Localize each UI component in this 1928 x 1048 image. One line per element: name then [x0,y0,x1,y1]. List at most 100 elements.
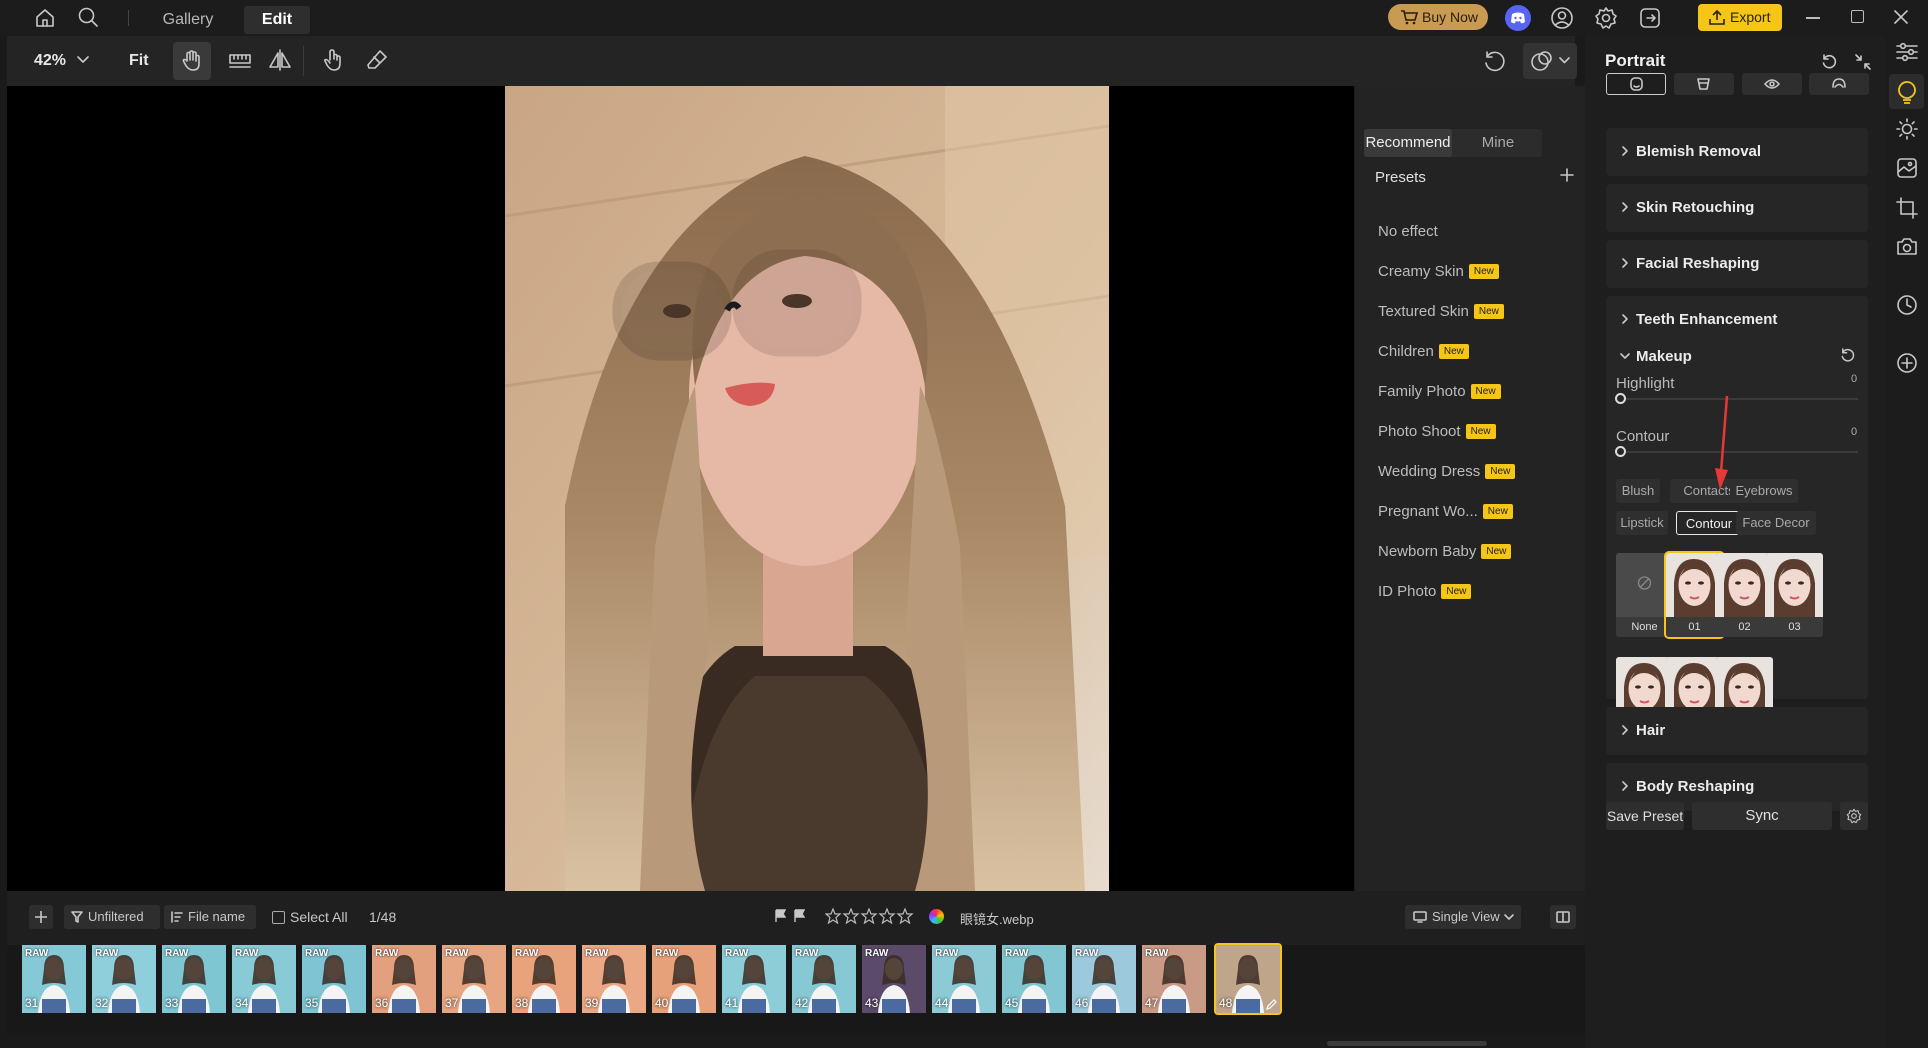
contour-slider-handle[interactable] [1615,446,1626,457]
compare-icon[interactable] [268,49,292,71]
account-icon[interactable] [1550,6,1574,30]
ruler-icon[interactable] [228,50,252,70]
filmstrip-thumb[interactable]: RAW 36 [372,945,436,1013]
filmstrip-thumb[interactable]: RAW 32 [92,945,156,1013]
add-tool-icon[interactable] [1896,352,1918,374]
filmstrip-thumb[interactable]: RAW 43 [862,945,926,1013]
makeup-chip[interactable]: Blush [1616,479,1660,503]
preset-item[interactable]: Creamy Skin New [1378,263,1499,280]
filmstrip-thumb[interactable]: RAW 31 [22,945,86,1013]
preset-item[interactable]: ID Photo New [1378,583,1472,600]
reject-flag-icon[interactable] [793,909,805,923]
filmstrip-thumb[interactable]: RAW 37 [442,945,506,1013]
sign-out-icon[interactable] [1638,6,1662,30]
contour-style-thumb[interactable]: 03 [1766,553,1823,637]
fit-button[interactable]: Fit [129,52,149,70]
contour-style-thumb[interactable]: 01 [1664,551,1725,639]
filmstrip-thumb[interactable]: RAW 44 [932,945,996,1013]
filmstrip-thumb[interactable]: RAW 45 [1002,945,1066,1013]
sync-button[interactable]: Sync [1692,802,1832,830]
filmstrip-thumb[interactable]: RAW 41 [722,945,786,1013]
color-label-icon[interactable] [929,909,944,924]
filmstrip-thumb[interactable]: RAW 35 [302,945,366,1013]
tab-edit[interactable]: Edit [244,6,310,34]
view-mode-dropdown[interactable]: Single View [1405,905,1521,929]
tab-hair[interactable] [1809,73,1869,95]
home-icon[interactable] [34,8,56,28]
reset-icon[interactable] [1821,54,1837,70]
preset-item[interactable]: Photo Shoot New [1378,423,1496,440]
add-preset-icon[interactable] [1560,168,1574,182]
filmstrip-thumb[interactable]: RAW 47 [1142,945,1206,1013]
reset-icon[interactable] [1840,348,1855,363]
close-icon[interactable] [1893,9,1909,25]
buy-now-button[interactable]: Buy Now [1388,4,1488,30]
light-icon[interactable] [1896,118,1918,140]
preset-item[interactable]: Family Photo New [1378,383,1501,400]
scrollbar-thumb[interactable] [1327,1041,1487,1046]
makeup-chip[interactable]: Eyebrows [1730,479,1798,503]
flag-icon[interactable] [774,909,786,923]
filmstrip-thumb[interactable]: RAW 40 [652,945,716,1013]
highlight-slider-handle[interactable] [1615,393,1626,404]
mask-dropdown-button[interactable] [1523,43,1577,79]
select-all-checkbox[interactable] [272,911,285,924]
history-icon[interactable] [1896,294,1918,316]
tab-body[interactable] [1674,73,1734,95]
preset-item[interactable]: Textured Skin New [1378,303,1504,320]
hand-tool-button[interactable] [173,42,211,80]
crop-icon[interactable] [1896,197,1918,219]
makeup-title[interactable]: Makeup [1636,348,1692,365]
tab-face[interactable] [1606,73,1666,95]
image-adjust-icon[interactable] [1896,157,1918,179]
contour-slider[interactable] [1620,451,1858,453]
search-icon[interactable] [77,6,99,28]
filmstrip-thumb[interactable]: RAW 39 [582,945,646,1013]
minimize-icon[interactable] [1806,17,1820,19]
split-view-button[interactable] [1550,905,1576,929]
filmstrip-thumb[interactable]: 48 [1214,943,1282,1015]
save-preset-button[interactable]: Save Preset [1606,802,1684,830]
tab-eye[interactable] [1742,73,1802,95]
filmstrip-scrollbar[interactable] [7,1040,1585,1048]
preset-item[interactable]: Newborn Baby New [1378,543,1512,560]
add-image-button[interactable] [29,905,53,929]
section-0[interactable]: Blemish Removal [1606,128,1868,176]
select-all-label[interactable]: Select All [290,909,348,925]
zoom-level[interactable]: 42% [34,52,66,70]
collapse-icon[interactable] [1855,54,1871,70]
section-1[interactable]: Skin Retouching [1606,184,1868,232]
settings-icon[interactable] [1594,6,1618,30]
touch-icon[interactable] [322,48,344,72]
highlight-slider[interactable] [1620,398,1858,400]
tab-gallery[interactable]: Gallery [150,6,226,34]
filmstrip-thumb[interactable]: RAW 33 [162,945,226,1013]
adjust-sliders-icon[interactable] [1896,42,1918,62]
tab-mine[interactable]: Mine [1454,129,1542,157]
sync-settings-button[interactable] [1840,802,1868,830]
eraser-icon[interactable] [366,49,388,71]
makeup-chip[interactable]: Contour [1676,511,1742,535]
filmstrip-thumb[interactable]: RAW 34 [232,945,296,1013]
filter-button[interactable]: Unfiltered [64,905,160,929]
chevron-down-icon[interactable] [77,56,89,64]
image-canvas[interactable] [7,86,1354,891]
preset-item[interactable]: Wedding Dress New [1378,463,1516,480]
section-bottom-0[interactable]: Hair [1606,707,1868,755]
camera-icon[interactable] [1896,236,1918,256]
contour-style-thumb[interactable]: None [1616,553,1673,637]
reset-icon[interactable] [1482,49,1506,73]
sort-button[interactable]: File name [164,905,256,929]
star-rating[interactable] [825,908,915,924]
filmstrip-thumb[interactable]: RAW 46 [1072,945,1136,1013]
makeup-chip[interactable]: Lipstick [1616,511,1668,535]
preset-item[interactable]: Pregnant Wo... New [1378,503,1513,520]
preset-item[interactable]: No effect [1378,223,1438,240]
discord-icon[interactable] [1505,5,1531,31]
portrait-tool-button[interactable] [1889,74,1924,109]
makeup-chip[interactable]: Face Decor [1736,511,1816,535]
preset-item[interactable]: Children New [1378,343,1469,360]
maximize-icon[interactable] [1851,10,1864,23]
chevron-down-icon[interactable] [1620,351,1630,361]
tab-recommend[interactable]: Recommend [1364,129,1452,157]
